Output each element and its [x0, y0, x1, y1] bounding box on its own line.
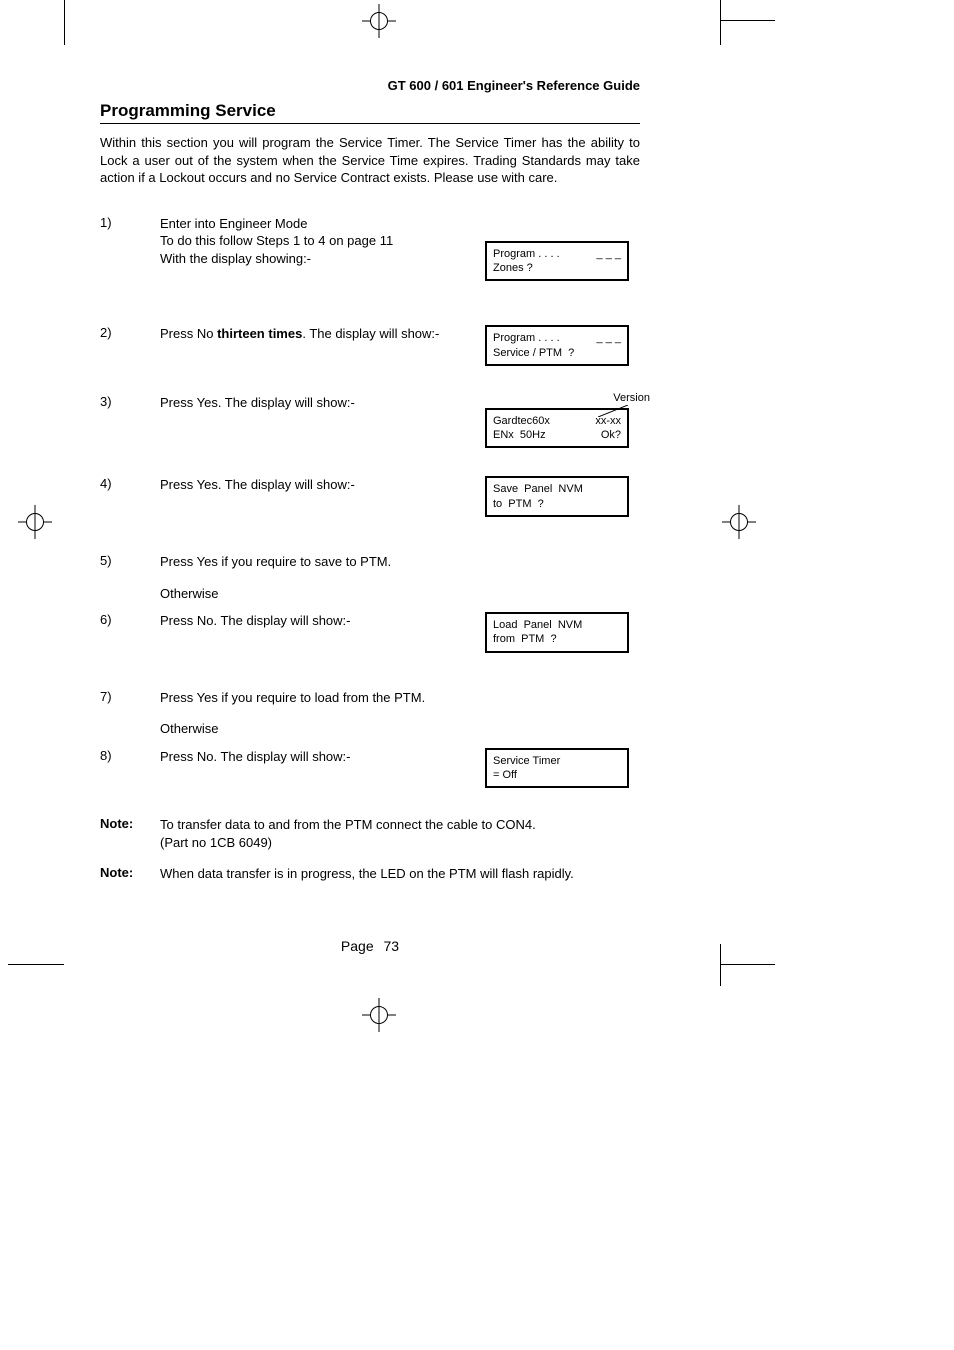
lcd-display: Load Panel NVM from PTM ? [485, 612, 629, 653]
registration-mark-icon [362, 998, 396, 1032]
note-text: To transfer data to and from the PTM con… [160, 816, 640, 851]
step-number: 4) [100, 476, 160, 517]
content-area: GT 600 / 601 Engineer's Reference Guide … [100, 78, 640, 883]
step-display: Save Panel NVM to PTM ? [485, 476, 640, 517]
version-label: Version [613, 392, 650, 404]
page-number: Page 73 [100, 938, 640, 954]
note-label: Note: [100, 865, 160, 883]
step-line: Otherwise [160, 720, 477, 738]
version-callout: Version Gardtec60x xx-xx ENx 50Hz Ok? [485, 408, 640, 449]
lcd-text: Gardtec60x [493, 414, 550, 428]
step-line: Enter into Engineer Mode [160, 215, 477, 233]
lcd-text: Program . . . . [493, 247, 560, 261]
registration-mark-icon [362, 4, 396, 38]
section-title: Programming Service [100, 101, 640, 124]
step-number: 2) [100, 325, 160, 366]
step-display: Program . . . . _ _ _ Zones ? [485, 215, 640, 282]
step-display: Version Gardtec60x xx-xx ENx 50Hz Ok? [485, 394, 640, 449]
note-text: When data transfer is in progress, the L… [160, 865, 640, 883]
lcd-text: Program . . . . [493, 331, 560, 345]
step-display: Load Panel NVM from PTM ? [485, 612, 640, 653]
crop-mark [720, 964, 775, 965]
lcd-text: from PTM ? [493, 632, 557, 646]
document-header: GT 600 / 601 Engineer's Reference Guide [100, 78, 640, 93]
step-text: Press No. The display will show:- [160, 748, 485, 789]
lcd-text: Zones ? [493, 261, 533, 275]
page: GT 600 / 601 Engineer's Reference Guide … [0, 0, 954, 1350]
lcd-display: Save Panel NVM to PTM ? [485, 476, 629, 517]
step-display: Program . . . . _ _ _ Service / PTM ? [485, 325, 640, 366]
lcd-text: Service Timer [493, 754, 560, 768]
step-line: Press Yes if you require to load from th… [160, 689, 477, 707]
step-text: Press No thirteen times. The display wil… [160, 325, 485, 366]
crop-mark [720, 944, 721, 986]
step-line: With the display showing:- [160, 250, 477, 268]
steps-list: 1) Enter into Engineer Mode To do this f… [100, 215, 640, 883]
step-number: 1) [100, 215, 160, 282]
step-text: Press Yes if you require to save to PTM.… [160, 553, 485, 602]
lcd-display: Program . . . . _ _ _ Zones ? [485, 241, 629, 282]
lcd-text: ENx 50Hz [493, 428, 546, 442]
lcd-text: Load Panel NVM [493, 618, 582, 632]
step-line: Press Yes if you require to save to PTM. [160, 553, 477, 571]
page-label: Page [341, 938, 374, 954]
lcd-text: Save Panel NVM [493, 482, 583, 496]
page-number-value: 73 [384, 938, 400, 954]
step-number: 6) [100, 612, 160, 653]
step-text: Enter into Engineer Mode To do this foll… [160, 215, 485, 282]
crop-mark [720, 20, 775, 21]
lcd-display: Service Timer = Off [485, 748, 629, 789]
lcd-text: Service / PTM ? [493, 346, 574, 360]
step-line: To do this follow Steps 1 to 4 on page 1… [160, 232, 477, 250]
step-number: 7) [100, 689, 160, 738]
note-line: (Part no 1CB 6049) [160, 834, 632, 852]
step-text: Press Yes. The display will show:- [160, 394, 485, 449]
step-text: Press Yes if you require to load from th… [160, 689, 485, 738]
crop-mark [720, 0, 721, 45]
step-line: . The display will show:- [302, 326, 439, 341]
registration-mark-icon [722, 505, 756, 539]
intro-paragraph: Within this section you will program the… [100, 134, 640, 187]
step-number: 3) [100, 394, 160, 449]
step-display [485, 689, 640, 738]
registration-mark-icon [18, 505, 52, 539]
step-text: Press No. The display will show:- [160, 612, 485, 653]
lcd-text: _ _ _ [597, 247, 621, 261]
step-line-bold: thirteen times [217, 326, 302, 341]
lcd-text: Ok? [601, 428, 621, 442]
note-line: To transfer data to and from the PTM con… [160, 816, 632, 834]
step-text: Press Yes. The display will show:- [160, 476, 485, 517]
lcd-display: Program . . . . _ _ _ Service / PTM ? [485, 325, 629, 366]
step-line: Otherwise [160, 585, 477, 603]
lcd-text: _ _ _ [597, 331, 621, 345]
step-line: Press No [160, 326, 217, 341]
note-label: Note: [100, 816, 160, 851]
step-display [485, 553, 640, 602]
leader-line-icon [598, 405, 628, 417]
lcd-text: = Off [493, 768, 517, 782]
step-display: Service Timer = Off [485, 748, 640, 789]
step-number: 5) [100, 553, 160, 602]
lcd-text: to PTM ? [493, 497, 544, 511]
crop-mark [8, 964, 64, 965]
step-number: 8) [100, 748, 160, 789]
crop-mark [64, 0, 65, 45]
